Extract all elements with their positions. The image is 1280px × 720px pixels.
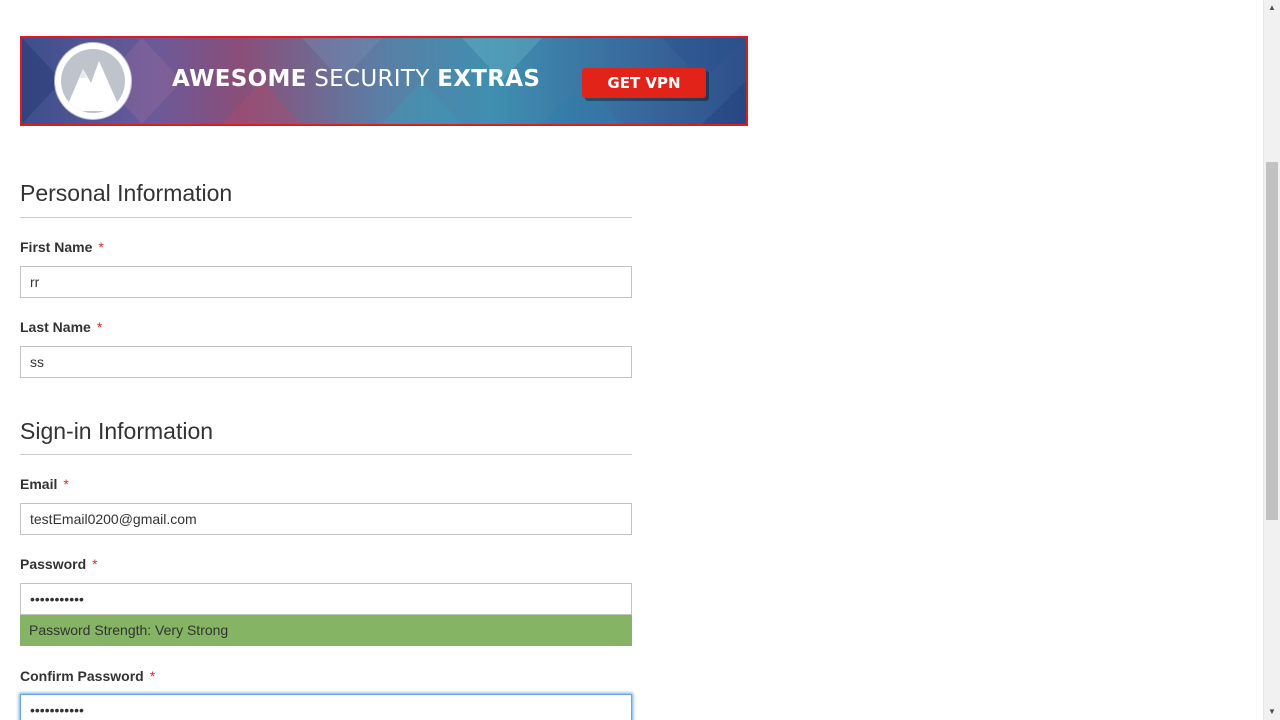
- first-name-label-text: First Name: [20, 239, 93, 255]
- email-label: Email *: [20, 476, 69, 492]
- page: AWESOME SECURITY EXTRAS GET VPN Personal…: [0, 0, 1263, 720]
- required-asterisk: *: [149, 668, 156, 684]
- first-name-input[interactable]: [20, 266, 632, 298]
- required-asterisk: *: [92, 556, 98, 572]
- confirm-password-input[interactable]: [20, 694, 632, 720]
- scrollbar-thumb[interactable]: [1266, 162, 1278, 520]
- banner-text-extras: EXTRAS: [437, 66, 541, 92]
- email-input[interactable]: [20, 503, 632, 535]
- banner-text-awesome: AWESOME: [172, 66, 307, 92]
- confirm-password-label-text: Confirm Password: [20, 668, 144, 684]
- last-name-input[interactable]: [20, 346, 632, 378]
- required-asterisk: *: [96, 319, 103, 335]
- triangle-up-icon[interactable]: ▲: [1264, 0, 1280, 16]
- confirm-password-label: Confirm Password *: [20, 668, 155, 684]
- last-name-label: Last Name *: [20, 319, 102, 335]
- password-label: Password *: [20, 556, 98, 572]
- last-name-label-text: Last Name: [20, 319, 91, 335]
- get-vpn-button[interactable]: GET VPN: [582, 68, 706, 98]
- section-divider: [20, 454, 632, 455]
- password-strength-meter: Password Strength: Very Strong: [20, 615, 632, 646]
- password-input[interactable]: [20, 583, 632, 615]
- vpn-banner-ad[interactable]: AWESOME SECURITY EXTRAS GET VPN: [20, 36, 748, 126]
- email-label-text: Email: [20, 476, 58, 492]
- sign-in-information-title: Sign-in Information: [20, 418, 214, 444]
- vertical-scrollbar[interactable]: ▲ ▼: [1263, 0, 1280, 720]
- triangle-down-icon[interactable]: ▼: [1264, 704, 1280, 720]
- required-asterisk: *: [63, 476, 69, 492]
- mountain-logo-icon: [55, 43, 131, 119]
- required-asterisk: *: [98, 239, 104, 255]
- banner-headline: AWESOME SECURITY EXTRAS: [172, 66, 540, 92]
- personal-information-title: Personal Information: [20, 180, 233, 206]
- section-divider: [20, 217, 632, 218]
- password-label-text: Password: [20, 556, 87, 572]
- banner-text-security: SECURITY: [306, 66, 438, 92]
- first-name-label: First Name *: [20, 239, 104, 255]
